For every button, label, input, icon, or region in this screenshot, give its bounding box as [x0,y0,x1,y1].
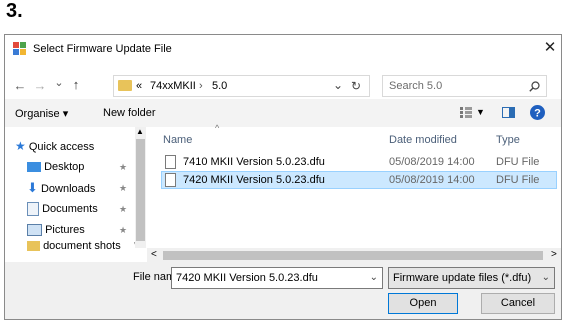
file-type: DFU File [496,174,540,186]
file-row[interactable]: 7410 MKII Version 5.0.23.dfu 05/08/2019 … [161,153,557,171]
sidebar-item-label: document shots [43,240,121,252]
title-bar: Select Firmware Update File ✕ [5,35,561,63]
new-folder-button[interactable]: New folder [103,107,156,119]
horizontal-scrollbar[interactable]: < > [147,248,561,262]
desktop-icon [27,162,41,173]
sidebar-item-pictures[interactable]: Pictures ★ [27,221,145,239]
sidebar-item-label: Documents [42,203,98,215]
svg-text:?: ? [534,108,541,120]
help-icon[interactable]: ? [530,105,545,120]
file-icon [165,155,176,169]
file-list: ^ Name Date modified Type 7410 MKII Vers… [157,123,561,248]
sidebar-item-quick-access[interactable]: ★ Quick access [15,137,94,155]
sidebar-scroll-thumb[interactable] [136,139,145,241]
sidebar-item-desktop[interactable]: Desktop ★ [27,158,145,176]
pictures-icon [27,224,42,237]
forward-arrow-icon[interactable]: → [33,78,47,94]
breadcrumb-separator-icon: › [199,80,203,92]
pin-icon: ★ [119,162,128,172]
breadcrumb-74xxmkii[interactable]: 74xxMKII [150,80,196,92]
pin-icon: ★ [119,225,128,235]
pin-icon: ★ [119,204,128,214]
file-icon [165,173,176,187]
download-icon: ⬇ [27,180,38,195]
dialog-footer: File name: 7420 MKII Version 5.0.23.dfu … [5,262,561,319]
navigation-pane: ★ Quick access Desktop ★ ⬇ Downloads ★ D… [5,127,155,252]
file-date: 05/08/2019 14:00 [389,156,475,168]
file-type-select[interactable]: Firmware update files (*.dfu) ⌄ [388,267,555,289]
file-name: 7410 MKII Version 5.0.23.dfu [183,156,325,168]
sidebar-item-label: Quick access [28,141,95,153]
file-name-input[interactable]: 7420 MKII Version 5.0.23.dfu ⌄ [171,267,383,289]
pin-icon: ★ [119,183,128,193]
file-row-selected[interactable]: 7420 MKII Version 5.0.23.dfu 05/08/2019 … [161,171,557,189]
sidebar-item-downloads[interactable]: ⬇ Downloads ★ [27,179,145,197]
back-arrow-icon[interactable]: ← [13,78,27,94]
file-date: 05/08/2019 14:00 [389,174,475,186]
column-header-type[interactable]: Type [496,134,520,146]
cancel-button[interactable]: Cancel [481,293,555,314]
file-type: DFU File [496,156,540,168]
column-header-date[interactable]: Date modified [389,134,457,146]
sidebar-item-document-shots[interactable]: document shots ∨ [27,239,147,253]
view-options-icon[interactable] [460,107,472,118]
command-bar: Organise ▾ New folder ▼ ? [5,99,561,127]
breadcrumb-overflow[interactable]: « [136,80,142,92]
scroll-up-icon[interactable]: ▲ [136,127,144,136]
refresh-icon[interactable]: ↻ [351,79,361,93]
sort-indicator-icon: ^ [215,123,220,133]
address-dropdown-icon[interactable]: ⌄ [333,78,343,92]
app-icon [13,42,26,55]
file-name: 7420 MKII Version 5.0.23.dfu [183,174,325,186]
chevron-down-icon[interactable]: ⌄ [542,268,550,288]
file-dialog: Select Firmware Update File ✕ ← → ⌄ ↑ « … [4,34,562,320]
horizontal-scroll-thumb[interactable] [163,251,543,260]
file-type-value: Firmware update files (*.dfu) [393,272,532,284]
column-header-name[interactable]: Name [163,134,192,146]
close-button[interactable]: ✕ [542,39,558,57]
search-input[interactable]: Search 5.0 [389,80,442,92]
scroll-left-icon[interactable]: < [151,249,157,260]
address-bar[interactable]: « 74xxMKII › 5.0 ⌄ ↻ [113,75,370,97]
chevron-down-icon[interactable]: ⌄ [370,268,378,288]
sidebar-item-label: Desktop [44,161,85,173]
recent-locations-icon[interactable]: ⌄ [53,76,65,92]
star-icon: ★ [15,139,26,153]
step-number: 3. [6,0,23,22]
breadcrumb-5-0[interactable]: 5.0 [212,80,227,92]
window-title: Select Firmware Update File [33,43,172,55]
sidebar-item-label: Downloads [40,183,96,195]
organise-button[interactable]: Organise ▾ [15,107,68,120]
search-icon[interactable] [529,81,540,92]
sidebar-scrollbar[interactable]: ▲ [135,127,146,248]
preview-pane-icon[interactable] [502,107,515,118]
up-arrow-icon[interactable]: ↑ [69,77,83,93]
open-button[interactable]: Open [388,293,458,314]
scroll-right-icon[interactable]: > [551,249,557,260]
folder-icon [118,80,132,91]
search-box[interactable]: Search 5.0 [382,75,547,97]
view-dropdown-icon[interactable]: ▼ [476,107,485,117]
folder-icon [27,241,40,252]
sidebar-item-documents[interactable]: Documents ★ [27,200,145,218]
file-name-value: 7420 MKII Version 5.0.23.dfu [176,272,318,284]
documents-icon [27,202,39,217]
sidebar-item-label: Pictures [45,224,85,236]
